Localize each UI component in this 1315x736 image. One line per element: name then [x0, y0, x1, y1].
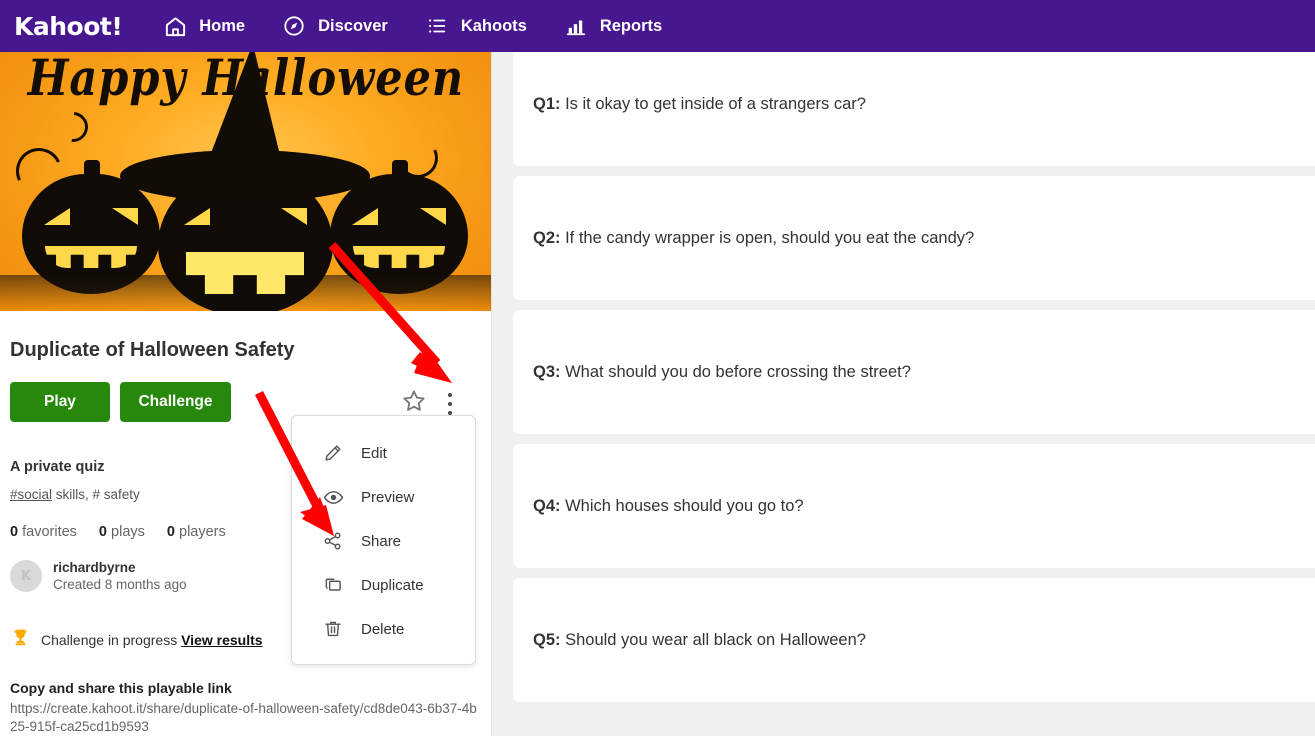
menu-item-share[interactable]: Share — [292, 519, 475, 563]
question-number: Q2: — [533, 228, 561, 247]
question-list: Q1: Is it okay to get inside of a strang… — [493, 52, 1315, 736]
favorites-label: favorites — [22, 524, 77, 540]
created-date: Created 8 months ago — [53, 577, 187, 592]
share-link-url[interactable]: https://create.kahoot.it/share/duplicate… — [10, 700, 480, 736]
pumpkin-mouth — [353, 246, 445, 268]
view-results-link[interactable]: View results — [181, 632, 262, 648]
plays-label: plays — [111, 524, 145, 540]
list-icon — [424, 13, 450, 39]
kahoot-quiz-detail-page: Kahoot! Home Discover Kahoots Reports Ha… — [0, 0, 1315, 736]
nav-label-kahoots: Kahoots — [460, 16, 527, 35]
menu-label-preview: Preview — [361, 488, 415, 506]
menu-label-delete: Delete — [361, 620, 405, 638]
question-body: Should you wear all black on Halloween? — [560, 630, 866, 649]
stat-players: 0 players — [167, 524, 226, 540]
nav-label-discover: Discover — [318, 16, 388, 35]
question-text: Q1: Is it okay to get inside of a strang… — [533, 95, 866, 114]
pumpkin-eye — [184, 208, 210, 225]
share-nodes-icon — [322, 530, 344, 552]
eye-icon — [322, 486, 344, 508]
stat-plays: 0 plays — [99, 524, 145, 540]
tag-link-social[interactable]: #social — [10, 487, 52, 502]
nav-item-kahoots[interactable]: Kahoots — [424, 13, 527, 39]
play-button[interactable]: Play — [10, 382, 110, 422]
question-number: Q1: — [533, 94, 561, 113]
question-body: Is it okay to get inside of a strangers … — [560, 94, 866, 113]
menu-label-duplicate: Duplicate — [361, 576, 424, 594]
menu-item-duplicate[interactable]: Duplicate — [292, 563, 475, 607]
players-label: players — [179, 524, 226, 540]
pumpkin-eye — [281, 208, 307, 225]
question-body: If the candy wrapper is open, should you… — [560, 228, 975, 247]
pumpkin-mouth — [45, 246, 137, 268]
question-card[interactable]: Q3: What should you do before crossing t… — [513, 310, 1315, 434]
nav-item-discover[interactable]: Discover — [281, 13, 388, 39]
tags-rest: skills, # safety — [52, 487, 140, 502]
author-name: richardbyrne — [53, 560, 136, 575]
question-card[interactable]: Q5: Should you wear all black on Hallowe… — [513, 578, 1315, 702]
decorative-swirl — [51, 105, 95, 149]
witch-hat-icon — [120, 52, 370, 202]
trash-icon — [322, 618, 344, 640]
plays-count: 0 — [98, 524, 107, 540]
question-number: Q5: — [533, 630, 561, 649]
question-text: Q2: If the candy wrapper is open, should… — [533, 229, 974, 248]
question-card[interactable]: Q1: Is it okay to get inside of a strang… — [513, 52, 1315, 166]
context-menu-dropdown: Edit Preview Share Duplicate Delete — [291, 415, 476, 665]
question-body: Which houses should you go to? — [560, 496, 804, 515]
copy-icon — [322, 574, 344, 596]
trophy-icon — [10, 627, 31, 653]
top-navbar: Kahoot! Home Discover Kahoots Reports — [0, 0, 1315, 52]
challenge-button[interactable]: Challenge — [120, 382, 231, 422]
nav-item-reports[interactable]: Reports — [563, 13, 662, 39]
pumpkin-eye — [112, 208, 138, 225]
avatar: K — [10, 560, 42, 592]
more-options-kebab-icon[interactable] — [441, 389, 459, 419]
favorites-count: 0 — [10, 524, 19, 540]
quiz-cover-image[interactable]: Happy Halloween — [0, 52, 491, 311]
question-body: What should you do before crossing the s… — [560, 362, 911, 381]
pumpkin-mouth — [186, 252, 304, 294]
menu-item-preview[interactable]: Preview — [292, 475, 475, 519]
menu-label-edit: Edit — [361, 444, 387, 462]
question-text: Q5: Should you wear all black on Hallowe… — [533, 631, 866, 650]
menu-item-edit[interactable]: Edit — [292, 431, 475, 475]
pencil-icon — [322, 442, 344, 464]
question-card[interactable]: Q4: Which houses should you go to? — [513, 444, 1315, 568]
nav-item-home[interactable]: Home — [162, 13, 245, 39]
kahoot-logo[interactable]: Kahoot! — [14, 12, 123, 41]
question-number: Q3: — [533, 362, 561, 381]
nav-label-reports: Reports — [599, 16, 663, 35]
quiz-title: Duplicate of Halloween Safety — [10, 339, 295, 361]
nav-label-home: Home — [199, 16, 246, 35]
pumpkin-eye — [44, 208, 70, 225]
question-text: Q4: Which houses should you go to? — [533, 497, 804, 516]
compass-icon — [281, 13, 307, 39]
menu-label-share: Share — [361, 532, 402, 550]
pumpkin-eye — [352, 208, 378, 225]
question-text: Q3: What should you do before crossing t… — [533, 363, 911, 382]
pumpkin-eye — [420, 208, 446, 225]
question-number: Q4: — [533, 496, 561, 515]
challenge-status-label: Challenge in progress — [41, 632, 182, 648]
home-icon — [162, 13, 188, 39]
bar-chart-icon — [563, 13, 589, 39]
players-count: 0 — [166, 524, 175, 540]
share-link-heading: Copy and share this playable link — [10, 680, 232, 696]
question-card[interactable]: Q2: If the candy wrapper is open, should… — [513, 176, 1315, 300]
challenge-status-text: Challenge in progress View results — [41, 632, 263, 648]
menu-item-delete[interactable]: Delete — [292, 607, 475, 651]
stat-favorites: 0 favorites — [10, 524, 77, 540]
